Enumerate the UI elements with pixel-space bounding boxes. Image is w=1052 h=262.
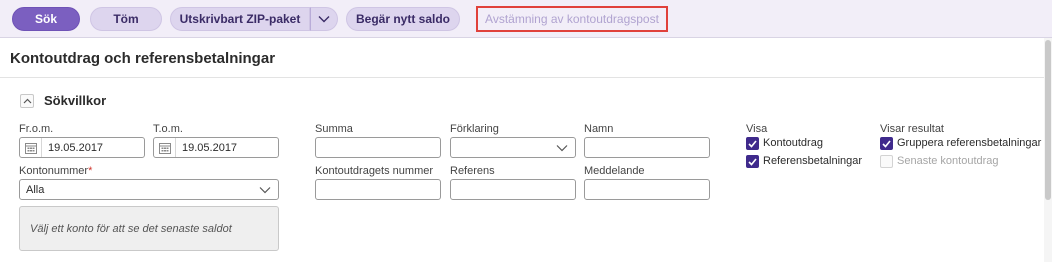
checkmark-icon [882,139,891,148]
account-number-label-text: Kontonummer [19,165,89,177]
from-date-label: Fr.o.m. [19,123,54,135]
to-date-label: T.o.m. [153,123,183,135]
scrollbar-thumb[interactable] [1045,40,1051,200]
message-label: Meddelande [584,165,645,177]
clear-button[interactable]: Töm [90,7,162,31]
collapse-toggle-button[interactable] [20,94,34,108]
results-label: Visar resultat [880,123,944,135]
reference-label: Referens [450,165,495,177]
reference-input[interactable] [450,179,576,200]
zip-package-button[interactable]: Utskrivbart ZIP-paket [170,7,310,31]
sum-input[interactable] [315,137,441,158]
to-date-field[interactable]: 19.05.2017 [153,137,279,158]
explanation-select[interactable] [450,137,576,158]
latest-statement-label: Senaste kontoutdrag [897,155,999,167]
account-number-label: Kontonummer* [19,165,92,177]
calendar-icon[interactable] [20,138,42,157]
reconcile-statement-button[interactable]: Avstämning av kontoutdragspost [476,6,668,32]
show-reference-payments-label[interactable]: Referensbetalningar [763,155,862,167]
show-statements-label[interactable]: Kontoutdrag [763,137,823,149]
checkmark-icon [748,139,757,148]
toolbar: Sök Töm Utskrivbart ZIP-paket Begär nytt… [0,0,1052,38]
latest-statement-checkbox [880,155,893,168]
explanation-label: Förklaring [450,123,499,135]
statement-number-input[interactable] [315,179,441,200]
account-number-value: Alla [26,183,45,196]
from-date-field[interactable]: 19.05.2017 [19,137,145,158]
balance-info-box: Välj ett konto för att se det senaste sa… [19,206,279,251]
group-reference-payments-checkbox[interactable] [880,137,893,150]
group-reference-payments-label[interactable]: Gruppera referensbetalningar [897,137,1041,149]
to-date-value: 19.05.2017 [182,141,238,154]
name-input[interactable] [584,137,710,158]
message-input[interactable] [584,179,710,200]
from-date-value: 19.05.2017 [48,141,104,154]
show-reference-payments-checkbox[interactable] [746,155,759,168]
show-label: Visa [746,123,768,135]
request-balance-button[interactable]: Begär nytt saldo [346,7,460,31]
account-number-select[interactable]: Alla [19,179,279,200]
show-statements-checkbox[interactable] [746,137,759,150]
chevron-down-icon [259,187,271,194]
required-marker: * [88,165,93,177]
section-title: Sökvillkor [44,93,107,108]
chevron-down-icon [556,145,568,152]
search-button[interactable]: Sök [12,7,80,31]
divider [0,77,1044,78]
chevron-up-icon [23,98,31,104]
name-label: Namn [584,123,614,135]
page-title: Kontoutdrag och referensbetalningar [10,50,276,67]
chevron-down-icon [318,16,330,23]
calendar-icon[interactable] [154,138,176,157]
statement-number-label: Kontoutdragets nummer [315,165,434,177]
sum-label: Summa [315,123,353,135]
zip-package-dropdown-button[interactable] [310,7,338,31]
checkmark-icon [748,157,757,166]
